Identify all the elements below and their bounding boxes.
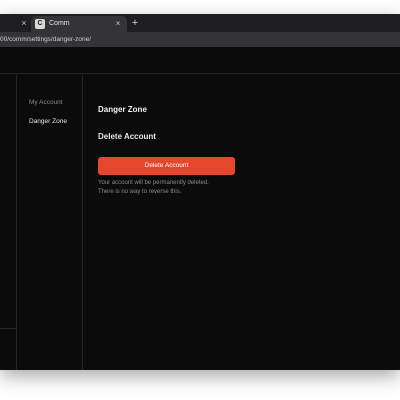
subnav-item-danger-zone[interactable]: Danger Zone [29,117,67,127]
tab-favicon-icon: C [35,19,45,29]
settings-content: Danger Zone Delete Account Delete Accoun… [84,75,400,370]
warning-line-2: There is no way to reverse this. [98,189,182,195]
tab-comm[interactable]: C Comm × [31,16,127,32]
section-title: Delete Account [98,132,156,141]
app-header [0,47,400,74]
browser-window: × C Comm × + 00/comm/settings/danger-zon… [0,14,400,370]
settings-subnav: My Account Danger Zone [18,75,83,370]
new-tab-button[interactable]: + [129,16,141,30]
previous-tab-close-icon[interactable]: × [18,17,30,29]
tab-title: Comm [49,20,70,27]
rail-divider [0,328,17,329]
warning-line-1: Your account will be permanently deleted… [98,180,209,186]
delete-account-button[interactable]: Delete Account [98,157,235,175]
delete-warning-text: Your account will be permanently deleted… [98,179,298,197]
url-text[interactable]: 00/comm/settings/danger-zone/ [0,34,91,45]
tab-strip: × C Comm × + [0,14,400,32]
address-bar[interactable]: 00/comm/settings/danger-zone/ [0,32,400,47]
page-title: Danger Zone [98,105,147,114]
subnav-item-my-account[interactable]: My Account [29,98,63,108]
sidebar-rail [0,75,17,370]
tab-close-icon[interactable]: × [113,18,123,30]
